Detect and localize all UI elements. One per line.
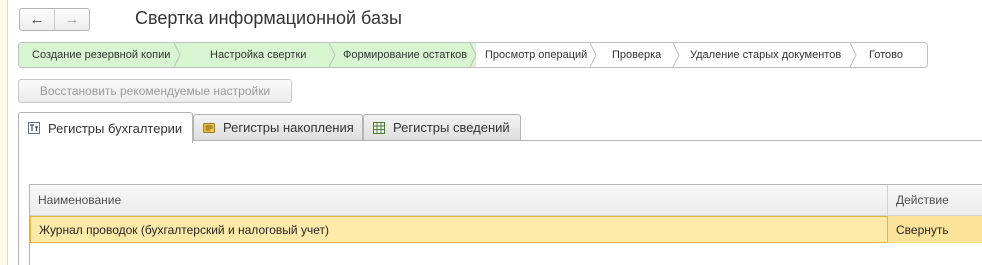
restore-defaults-button[interactable]: Восстановить рекомендуемые настройки — [18, 79, 292, 103]
arrow-left-icon: ← — [29, 11, 45, 28]
step-separator — [850, 43, 857, 67]
accounting-register-icon — [28, 122, 40, 134]
window: ← → Свертка информационной базы Создание… — [0, 0, 982, 265]
column-header-action[interactable]: Действие — [888, 185, 982, 215]
step-check[interactable]: Проверка — [596, 43, 680, 67]
step-label: Удаление старых документов — [690, 49, 842, 61]
step-view-operations[interactable]: Просмотр операций — [476, 43, 597, 67]
step-label: Формирование остатков — [343, 49, 468, 61]
step-delete-documents[interactable]: Удаление старых документов — [679, 43, 857, 67]
step-separator — [673, 43, 680, 67]
step-settings[interactable]: Настройка свертки — [180, 43, 336, 67]
tab-label: Регистры сведений — [393, 120, 510, 135]
step-done[interactable]: Готово — [856, 43, 927, 67]
column-header-name[interactable]: Наименование — [30, 185, 888, 215]
step-label: Просмотр операций — [485, 49, 588, 61]
information-register-icon — [373, 121, 385, 134]
step-separator — [174, 43, 181, 67]
forward-button[interactable]: → — [54, 9, 89, 30]
tab-label: Регистры накопления — [223, 120, 354, 135]
cell-name[interactable]: Журнал проводок (бухгалтерский и налогов… — [30, 216, 888, 243]
step-balances[interactable]: Формирование остатков — [335, 43, 477, 67]
tab-information-registers[interactable]: Регистры сведений — [363, 114, 521, 141]
step-label: Настройка свертки — [210, 49, 307, 61]
tab-label: Регистры бухгалтерии — [48, 120, 183, 136]
step-separator — [590, 43, 597, 67]
tab-accounting-registers[interactable]: Регистры бухгалтерии — [18, 112, 193, 143]
registers-table: Наименование Действие Журнал проводок (б… — [29, 184, 982, 265]
page-title: Свертка информационной базы — [135, 8, 402, 28]
step-label: Проверка — [612, 49, 662, 61]
accumulation-register-icon — [203, 122, 215, 133]
left-panel-edge — [0, 0, 8, 265]
back-button[interactable]: ← — [20, 9, 54, 30]
tab-accumulation-registers[interactable]: Регистры накопления — [193, 114, 363, 141]
tab-panel-border — [18, 142, 19, 265]
arrow-right-icon: → — [64, 11, 80, 28]
step-label: Готово — [869, 49, 903, 61]
wizard-steps: Создание резервной копии Настройка сверт… — [18, 42, 928, 68]
step-separator — [329, 43, 336, 67]
table-row[interactable]: Журнал проводок (бухгалтерский и налогов… — [30, 216, 982, 243]
step-separator — [470, 43, 477, 67]
cell-action[interactable]: Свернуть — [888, 216, 982, 243]
step-backup[interactable]: Создание резервной копии — [19, 43, 181, 67]
navigation-buttons: ← → — [19, 8, 90, 31]
table-header: Наименование Действие — [30, 185, 982, 216]
step-label: Создание резервной копии — [32, 49, 171, 61]
